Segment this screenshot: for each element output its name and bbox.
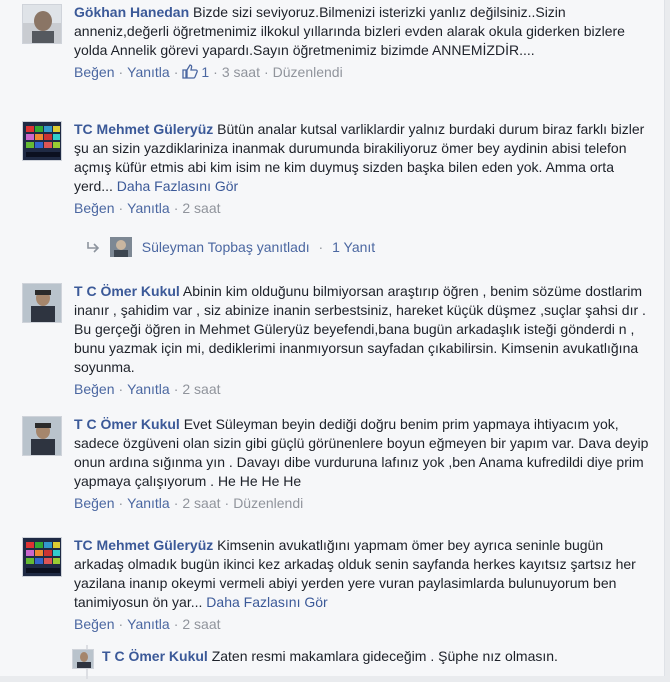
comment-time[interactable]: 3 saat <box>222 64 260 80</box>
like-count[interactable]: 1 <box>182 64 209 80</box>
reply-link[interactable]: Yanıtla <box>127 616 170 632</box>
avatar[interactable] <box>22 416 62 456</box>
avatar[interactable] <box>22 283 62 323</box>
reply-summary-text[interactable]: Süleyman Topbaş yanıtladı <box>142 239 310 255</box>
reply-link[interactable]: Yanıtla <box>127 495 170 511</box>
edited-label[interactable]: Düzenlendi <box>233 495 303 511</box>
reply-summary[interactable]: Süleyman Topbaş yanıtladı · 1 Yanıt <box>86 237 375 257</box>
comment-body: T C Ömer Kukul Evet Süleyman beyin dediğ… <box>74 415 652 513</box>
comments-panel: Gökhan Hanedan Bizde sizi seviyoruz.Bilm… <box>0 0 665 679</box>
avatar <box>109 237 132 257</box>
thumbs-up-icon <box>182 64 199 79</box>
comment-time[interactable]: 2 saat <box>182 495 220 511</box>
comment-author[interactable]: TC Mehmet Güleryüz <box>74 537 213 553</box>
avatar[interactable] <box>22 537 62 577</box>
comment-author[interactable]: TC Mehmet Güleryüz <box>74 121 213 137</box>
comment-actions: Beğen · Yanıtla · 2 saat <box>74 616 221 632</box>
comment-actions: Beğen · Yanıtla · 1 · 3 saat · Düzenlendi <box>74 64 343 80</box>
reply-link[interactable]: Yanıtla <box>127 64 170 80</box>
like-count-value: 1 <box>201 64 210 80</box>
comment-time[interactable]: 2 saat <box>182 200 220 216</box>
comment-body: Gökhan Hanedan Bizde sizi seviyoruz.Bilm… <box>74 3 652 82</box>
comment-author[interactable]: T C Ömer Kukul <box>102 648 208 664</box>
comment-body: TC Mehmet Güleryüz Kimsenin avukatlığını… <box>74 536 652 634</box>
see-more-link[interactable]: Daha Fazlasını Gör <box>117 178 238 194</box>
comment-body: TC Mehmet Güleryüz Bütün analar kutsal v… <box>74 120 652 218</box>
comment-author[interactable]: T C Ömer Kukul <box>74 283 180 299</box>
avatar[interactable] <box>72 649 94 669</box>
reply-link[interactable]: Yanıtla <box>127 200 170 216</box>
comment-actions: Beğen · Yanıtla · 2 saat · Düzenlendi <box>74 495 304 511</box>
edited-label[interactable]: Düzenlendi <box>273 64 343 80</box>
reply-arrow-icon <box>87 242 100 253</box>
like-link[interactable]: Beğen <box>74 495 114 511</box>
reply-link[interactable]: Yanıtla <box>127 381 170 397</box>
like-link[interactable]: Beğen <box>74 381 114 397</box>
avatar[interactable] <box>22 4 62 44</box>
like-link[interactable]: Beğen <box>74 200 114 216</box>
reply-count[interactable]: 1 Yanıt <box>332 239 375 255</box>
like-link[interactable]: Beğen <box>74 616 114 632</box>
avatar[interactable] <box>22 121 62 161</box>
nested-reply: T C Ömer Kukul Zaten resmi makamlara gid… <box>72 647 662 669</box>
see-more-link[interactable]: Daha Fazlasını Gör <box>206 594 327 610</box>
like-link[interactable]: Beğen <box>74 64 114 80</box>
comment-author[interactable]: Gökhan Hanedan <box>74 4 189 20</box>
comment-body: T C Ömer Kukul Abinin kim olduğunu bilmi… <box>74 282 652 399</box>
comment-text: Zaten resmi makamlara gideceğim . Şüphe … <box>211 648 558 664</box>
comment-author[interactable]: T C Ömer Kukul <box>74 416 180 432</box>
comment-time[interactable]: 2 saat <box>182 616 220 632</box>
comment-actions: Beğen · Yanıtla · 2 saat <box>74 200 221 216</box>
comment-time[interactable]: 2 saat <box>182 381 220 397</box>
comment-actions: Beğen · Yanıtla · 2 saat <box>74 381 221 397</box>
